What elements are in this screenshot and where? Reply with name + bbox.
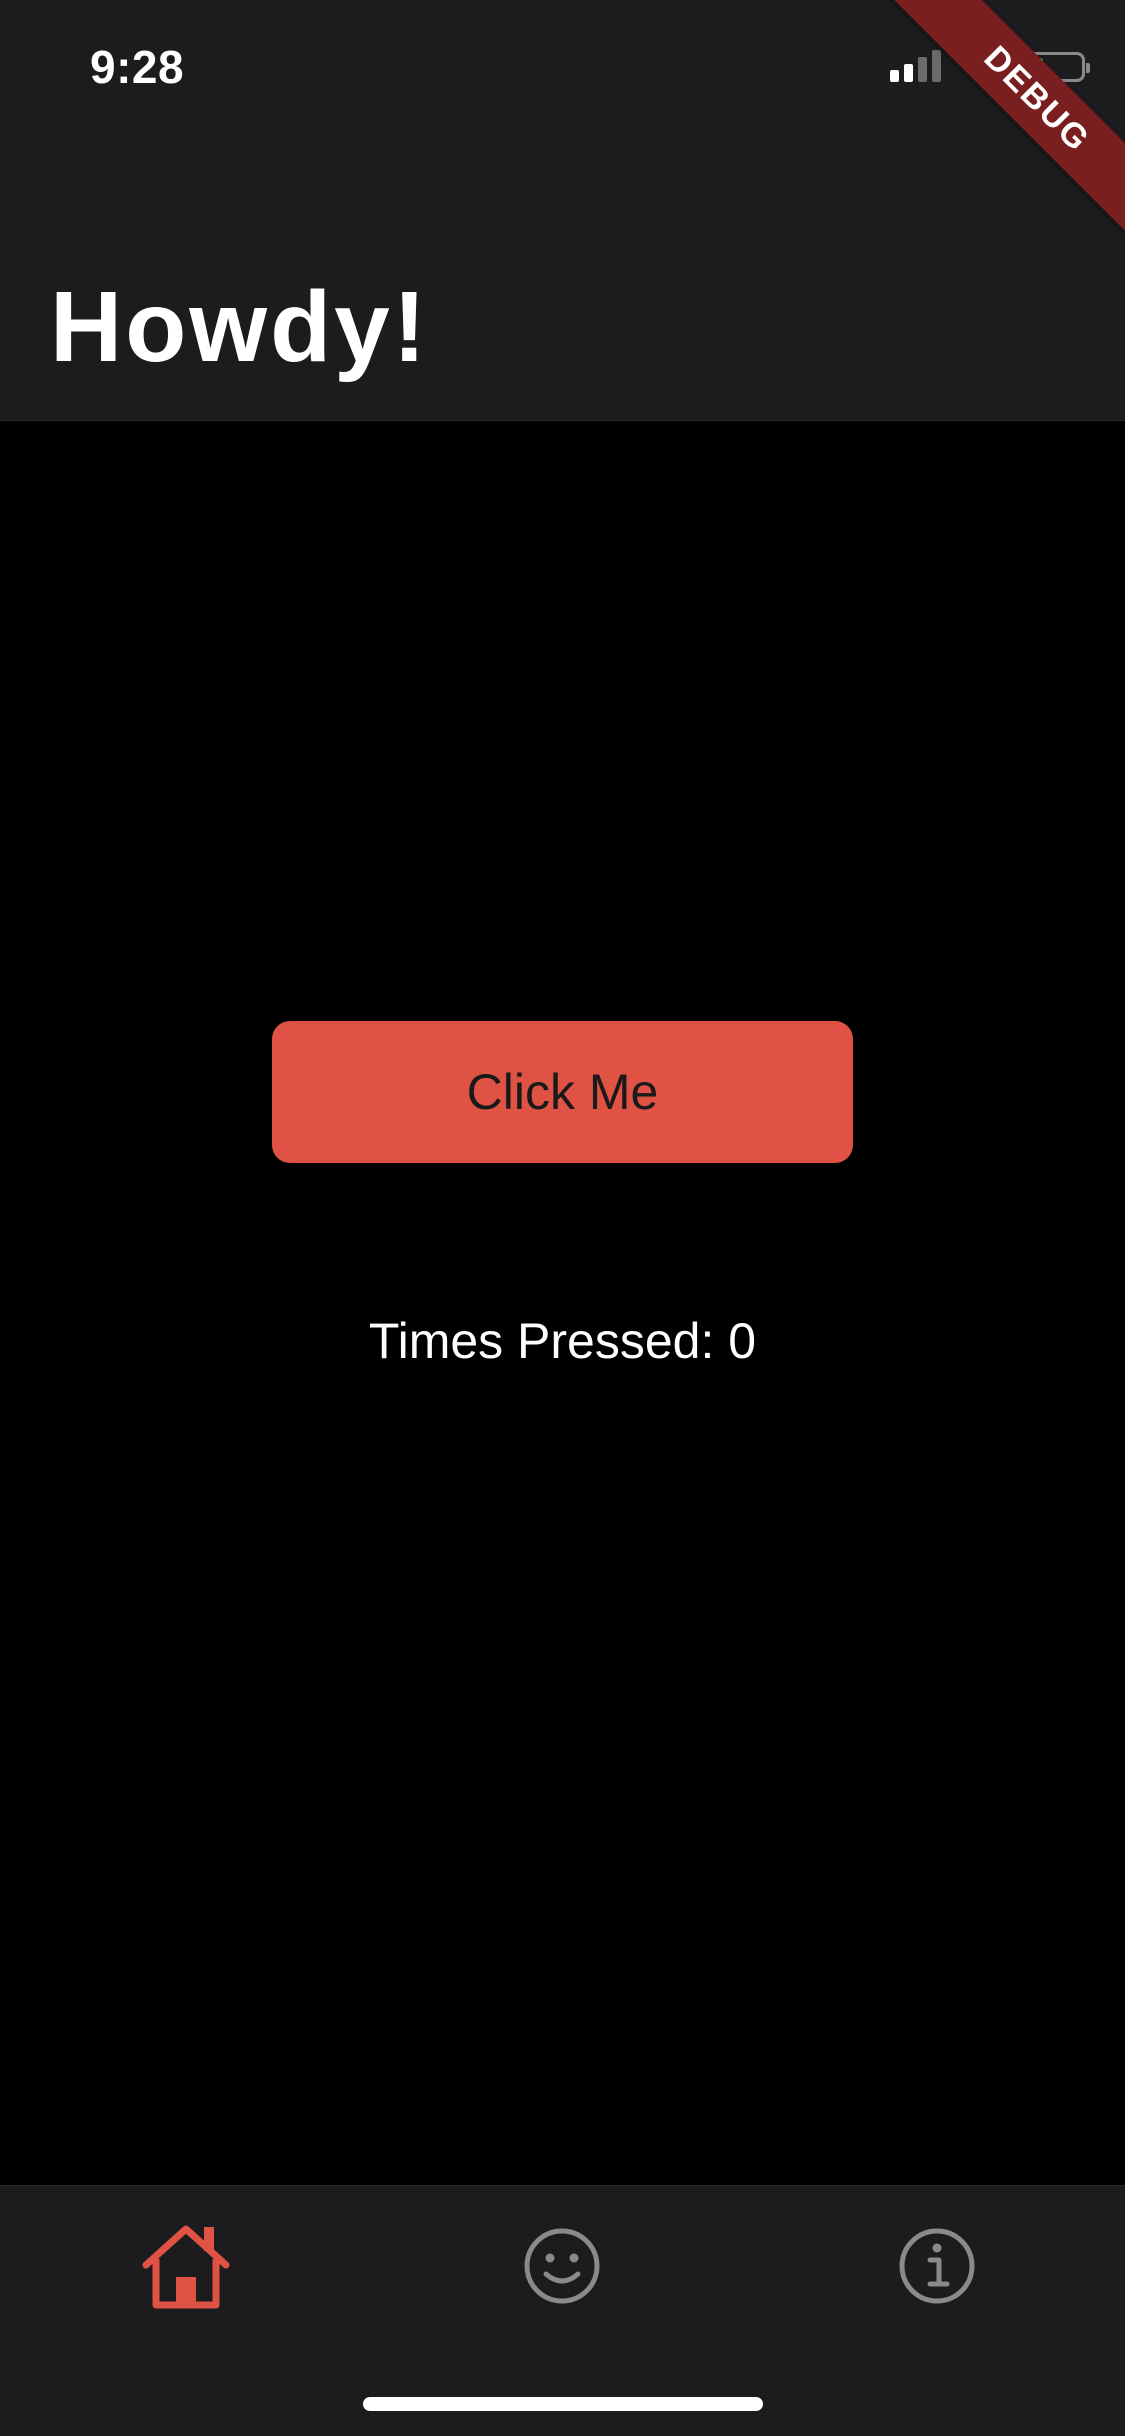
click-me-button[interactable]: Click Me [272,1021,853,1163]
tab-info[interactable] [877,2211,997,2321]
home-indicator[interactable] [363,2397,763,2411]
times-pressed-counter: Times Pressed: 0 [368,1313,757,1369]
info-icon [899,2228,975,2304]
status-time: 9:28 [90,41,185,93]
cellular-signal-icon [890,48,941,82]
header-bar: 9:28 Howdy! [0,0,1125,421]
app-screen: 9:28 Howdy! DEBUG Click Me Times Pressed… [0,0,1125,2436]
smile-icon [524,2228,600,2304]
tab-smile[interactable] [502,2211,622,2321]
tab-home[interactable] [126,2211,246,2321]
page-title: Howdy! [50,271,430,383]
home-icon [142,2225,230,2309]
